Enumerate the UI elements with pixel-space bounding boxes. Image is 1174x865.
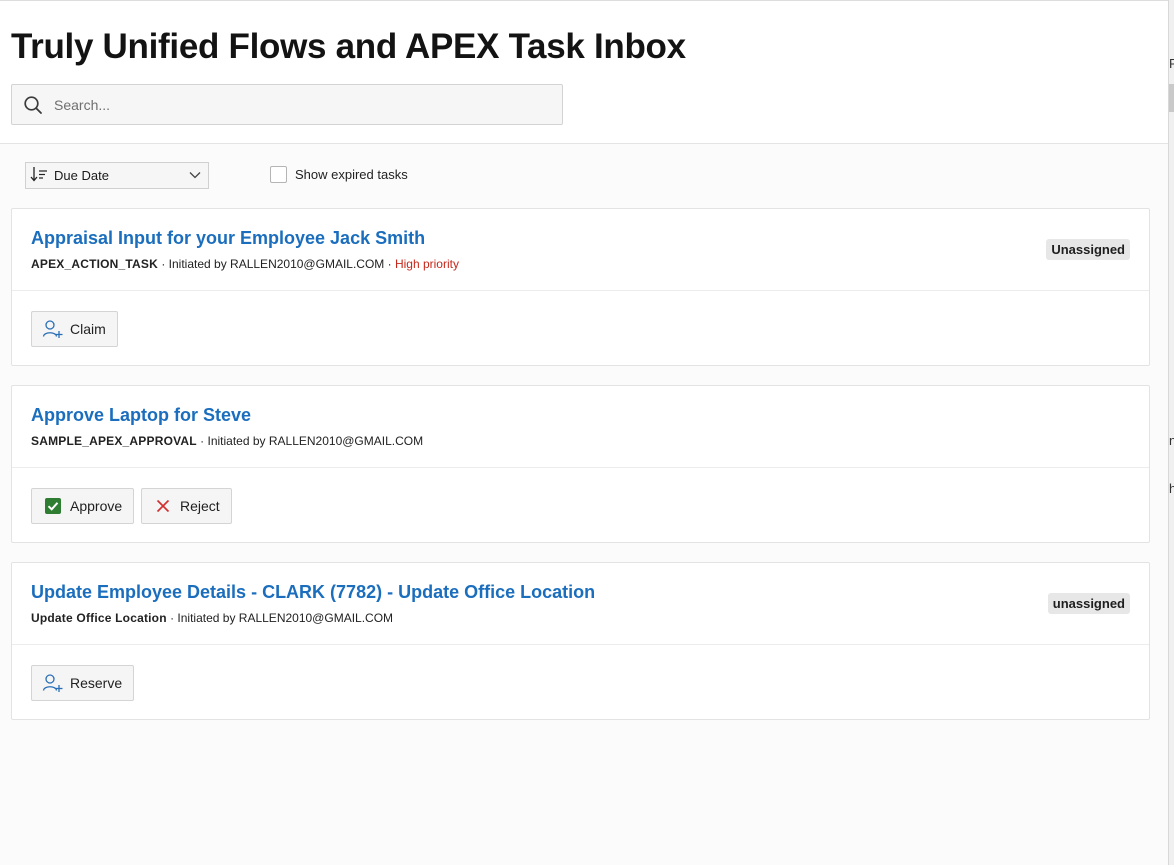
task-title-link[interactable]: Approve Laptop for Steve bbox=[31, 405, 251, 426]
task-card: Approve Laptop for Steve SAMPLE_APEX_APP… bbox=[11, 385, 1150, 543]
header: Truly Unified Flows and APEX Task Inbox bbox=[0, 1, 1168, 144]
task-initiator: Initiated by RALLEN2010@GMAIL.COM bbox=[177, 611, 394, 625]
background-scrollbar bbox=[1169, 84, 1174, 112]
task-meta: SAMPLE_APEX_APPROVAL · Initiated by RALL… bbox=[31, 434, 424, 448]
task-initiator: Initiated by RALLEN2010@GMAIL.COM bbox=[207, 434, 424, 448]
background-text-fragment: n bbox=[1169, 433, 1174, 448]
background-text-fragment: Re bbox=[1169, 56, 1174, 71]
sort-icon bbox=[30, 166, 50, 185]
claim-button[interactable]: Claim bbox=[31, 311, 118, 347]
claim-label: Claim bbox=[70, 321, 106, 337]
person-add-icon bbox=[42, 319, 64, 339]
approve-label: Approve bbox=[70, 498, 123, 514]
reserve-label: Reserve bbox=[70, 675, 123, 691]
close-icon bbox=[152, 496, 174, 516]
toolbar: Due Date Show expired tasks bbox=[0, 144, 1168, 208]
task-card: Appraisal Input for your Employee Jack S… bbox=[11, 208, 1150, 366]
status-badge: unassigned bbox=[1047, 593, 1130, 614]
sort-label: Due Date bbox=[54, 168, 109, 183]
task-inbox-dialog: Truly Unified Flows and APEX Task Inbox … bbox=[0, 0, 1168, 865]
show-expired-toggle[interactable]: Show expired tasks bbox=[270, 166, 408, 183]
page-title: Truly Unified Flows and APEX Task Inbox bbox=[11, 27, 686, 66]
sort-select[interactable]: Due Date bbox=[25, 162, 209, 189]
status-badge: Unassigned bbox=[1046, 239, 1130, 260]
task-title-link[interactable]: Update Employee Details - CLARK (7782) -… bbox=[31, 582, 595, 603]
check-icon bbox=[42, 496, 64, 516]
task-title-link[interactable]: Appraisal Input for your Employee Jack S… bbox=[31, 228, 425, 249]
person-add-icon bbox=[42, 673, 64, 693]
search-icon bbox=[12, 95, 54, 115]
background-page-edge: Re n h bbox=[1168, 0, 1174, 865]
search-input[interactable] bbox=[54, 85, 562, 124]
task-initiator: Initiated by RALLEN2010@GMAIL.COM bbox=[168, 257, 385, 271]
task-meta: APEX_ACTION_TASK · Initiated by RALLEN20… bbox=[31, 257, 459, 271]
reserve-button[interactable]: Reserve bbox=[31, 665, 135, 701]
background-text-fragment: h bbox=[1169, 481, 1174, 496]
chevron-down-icon bbox=[188, 168, 202, 183]
approve-button[interactable]: Approve bbox=[31, 488, 135, 524]
task-priority: High priority bbox=[394, 257, 459, 271]
reject-button[interactable]: Reject bbox=[141, 488, 232, 524]
task-meta: Update Office Location · Initiated by RA… bbox=[31, 611, 394, 625]
task-type: SAMPLE_APEX_APPROVAL bbox=[31, 434, 197, 448]
search-bar[interactable] bbox=[11, 84, 563, 125]
task-card: Update Employee Details - CLARK (7782) -… bbox=[11, 562, 1150, 720]
task-type: Update Office Location bbox=[31, 611, 167, 625]
reject-label: Reject bbox=[180, 498, 220, 514]
task-type: APEX_ACTION_TASK bbox=[31, 257, 158, 271]
show-expired-checkbox[interactable] bbox=[270, 166, 287, 183]
show-expired-label: Show expired tasks bbox=[295, 167, 408, 182]
